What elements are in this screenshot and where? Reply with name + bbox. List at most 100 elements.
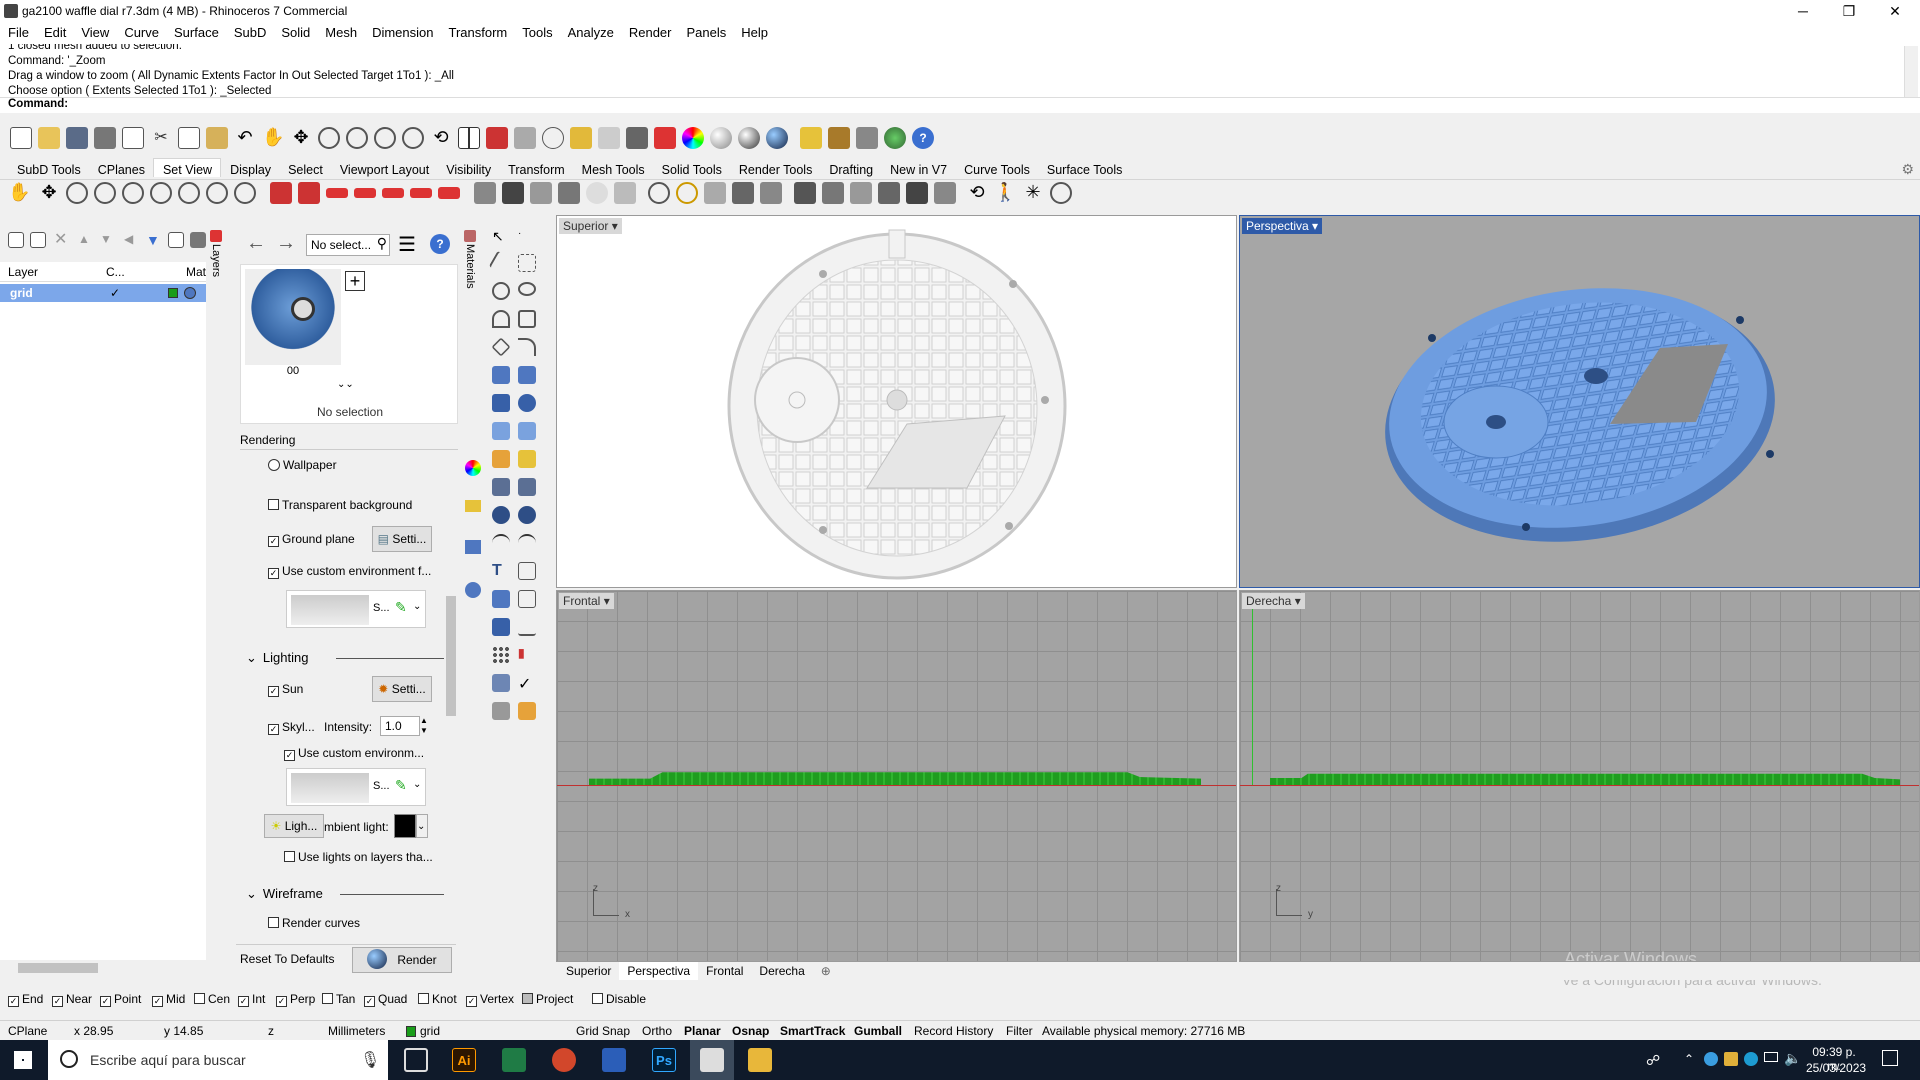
use-lights-layers-option[interactable]: Use lights on layers tha... bbox=[284, 850, 433, 864]
layers-side-tab[interactable]: Layers bbox=[208, 228, 224, 288]
zoom-selected-icon[interactable] bbox=[402, 127, 424, 149]
select-icon[interactable] bbox=[570, 127, 592, 149]
viewport-perspective[interactable]: Perspectiva ▾ bbox=[1239, 215, 1920, 588]
menu-help[interactable]: Help bbox=[733, 22, 775, 40]
clock-date[interactable]: 25/03/2023 bbox=[1806, 1061, 1866, 1075]
zoom-1to1-icon[interactable] bbox=[234, 182, 256, 204]
osnap-perp[interactable]: ✓ Perp bbox=[276, 992, 315, 1007]
mesh-icon[interactable] bbox=[492, 422, 510, 440]
osnap-tan[interactable]: Tan bbox=[322, 992, 355, 1006]
camera-icon[interactable] bbox=[502, 182, 524, 204]
undo-view-icon[interactable]: ⟲ bbox=[430, 127, 452, 149]
zoom-window-2-icon[interactable] bbox=[150, 182, 172, 204]
sphere-view-icon[interactable] bbox=[586, 182, 608, 204]
menu-dimension[interactable]: Dimension bbox=[364, 22, 440, 40]
osnap-project-checkbox[interactable] bbox=[522, 993, 533, 1004]
lights-button[interactable]: ☀ Ligh... bbox=[264, 814, 324, 838]
osnap-mid[interactable]: ✓ Mid bbox=[152, 992, 185, 1007]
custom-env-checkbox[interactable]: ✓ bbox=[268, 568, 279, 579]
layers-hscroll-thumb[interactable] bbox=[18, 963, 98, 973]
tab-set-view[interactable]: Set View bbox=[152, 158, 222, 177]
target-icon[interactable] bbox=[648, 182, 670, 204]
skylight-checkbox[interactable]: ✓ bbox=[268, 724, 279, 735]
view-perspective-car-icon[interactable] bbox=[438, 187, 460, 199]
line-icon[interactable] bbox=[488, 250, 514, 276]
tab-curve-tools[interactable]: Curve Tools bbox=[955, 159, 1038, 177]
use-custom-env2-option[interactable]: ✓ Use custom environm... bbox=[284, 746, 424, 761]
osnap-quad-checkbox[interactable]: ✓ bbox=[364, 996, 375, 1007]
scale-icon[interactable] bbox=[518, 562, 536, 580]
minimize-button[interactable]: ─ bbox=[1780, 0, 1826, 22]
distance-icon[interactable] bbox=[518, 618, 536, 636]
transparent-bg-checkbox[interactable] bbox=[268, 499, 279, 510]
wallpaper-option[interactable]: Wallpaper bbox=[268, 458, 337, 472]
block-icon[interactable] bbox=[492, 618, 510, 636]
osnap-near[interactable]: ✓ Near bbox=[52, 992, 92, 1007]
rotate-camera-icon[interactable] bbox=[794, 182, 816, 204]
view-back-car-icon[interactable] bbox=[410, 188, 432, 198]
trim-icon[interactable] bbox=[492, 534, 510, 552]
illustrator-icon[interactable]: Ai bbox=[452, 1048, 476, 1072]
wallpaper-radio[interactable] bbox=[268, 459, 280, 471]
osnap-knot[interactable]: Knot bbox=[418, 992, 457, 1006]
mirror-icon[interactable] bbox=[518, 590, 536, 608]
osnap-quad[interactable]: ✓ Quad bbox=[364, 992, 407, 1007]
turntable-icon[interactable] bbox=[934, 182, 956, 204]
boolean-icon[interactable] bbox=[518, 394, 536, 412]
join-icon[interactable] bbox=[492, 506, 510, 524]
tab-cplanes[interactable]: CPlanes bbox=[89, 159, 153, 177]
units-indicator[interactable]: Millimeters bbox=[328, 1024, 385, 1038]
osnap-disable-checkbox[interactable] bbox=[592, 993, 603, 1004]
circle-icon[interactable] bbox=[492, 282, 510, 300]
folder-icon[interactable] bbox=[465, 500, 481, 512]
tab-drafting[interactable]: Drafting bbox=[820, 159, 881, 177]
polygon-icon[interactable] bbox=[491, 337, 511, 357]
layers-color-icon[interactable] bbox=[654, 127, 676, 149]
current-layer[interactable]: grid bbox=[420, 1024, 440, 1038]
menu-solid[interactable]: Solid bbox=[273, 22, 317, 40]
osnap-disable[interactable]: Disable bbox=[592, 992, 646, 1006]
zoom-dynamic-icon[interactable] bbox=[66, 182, 88, 204]
reset-defaults-button[interactable]: Reset To Defaults bbox=[240, 952, 335, 966]
zoom-window-icon[interactable] bbox=[346, 127, 368, 149]
menu-transform[interactable]: Transform bbox=[440, 22, 514, 40]
rendering-scroll-thumb[interactable] bbox=[446, 596, 456, 716]
tab-render-tools[interactable]: Render Tools bbox=[730, 159, 820, 177]
dimension-red-icon[interactable]: ▮ bbox=[518, 646, 536, 664]
text-dim-icon[interactable] bbox=[518, 478, 536, 496]
tab-visibility[interactable]: Visibility bbox=[437, 159, 499, 177]
elevator-icon[interactable] bbox=[850, 182, 872, 204]
osnap-vertex-checkbox[interactable]: ✓ bbox=[466, 996, 477, 1007]
gumball-tool-icon[interactable] bbox=[492, 702, 510, 720]
vp-tab-derecha[interactable]: Derecha bbox=[751, 962, 812, 980]
text-tool-icon[interactable]: T bbox=[492, 562, 510, 580]
osnap-tan-checkbox[interactable] bbox=[322, 993, 333, 1004]
vp-tab-superior[interactable]: Superior bbox=[558, 962, 619, 980]
check-icon[interactable]: ✓ bbox=[518, 674, 536, 693]
tab-display[interactable]: Display bbox=[221, 159, 279, 177]
tray-app3-icon[interactable] bbox=[1744, 1052, 1758, 1066]
print-icon[interactable] bbox=[94, 127, 116, 149]
named-views-icon[interactable] bbox=[530, 182, 552, 204]
polyline-icon[interactable] bbox=[518, 254, 536, 272]
ellipse-icon[interactable] bbox=[518, 282, 536, 296]
view-left-car-icon[interactable] bbox=[326, 188, 348, 198]
forward-arrow-icon[interactable]: → bbox=[276, 232, 296, 255]
target-object-icon[interactable] bbox=[676, 182, 698, 204]
tab-mesh-tools[interactable]: Mesh Tools bbox=[573, 159, 653, 177]
zoom-extents-icon[interactable] bbox=[374, 127, 396, 149]
expand-chevron-icon[interactable]: ⌄⌄ bbox=[337, 379, 354, 390]
sun-checkbox[interactable]: ✓ bbox=[268, 686, 279, 697]
color-wheel-icon[interactable] bbox=[682, 127, 704, 149]
tab-solid-tools[interactable]: Solid Tools bbox=[653, 159, 730, 177]
sun-view-icon[interactable]: ✳ bbox=[1022, 182, 1044, 204]
menu-lines-icon[interactable]: ☰ bbox=[398, 232, 416, 257]
undo-icon[interactable]: ↶ bbox=[234, 127, 256, 149]
tab-transform[interactable]: Transform bbox=[499, 159, 573, 177]
back-arrow-icon[interactable]: ← bbox=[246, 232, 266, 255]
render-curves-checkbox[interactable] bbox=[268, 917, 279, 928]
viewport-top[interactable]: Superior ▾ bbox=[556, 215, 1237, 588]
zoom-icon[interactable] bbox=[318, 127, 340, 149]
move-up-icon[interactable]: ▲ bbox=[78, 232, 94, 248]
surface-icon[interactable] bbox=[492, 366, 510, 384]
